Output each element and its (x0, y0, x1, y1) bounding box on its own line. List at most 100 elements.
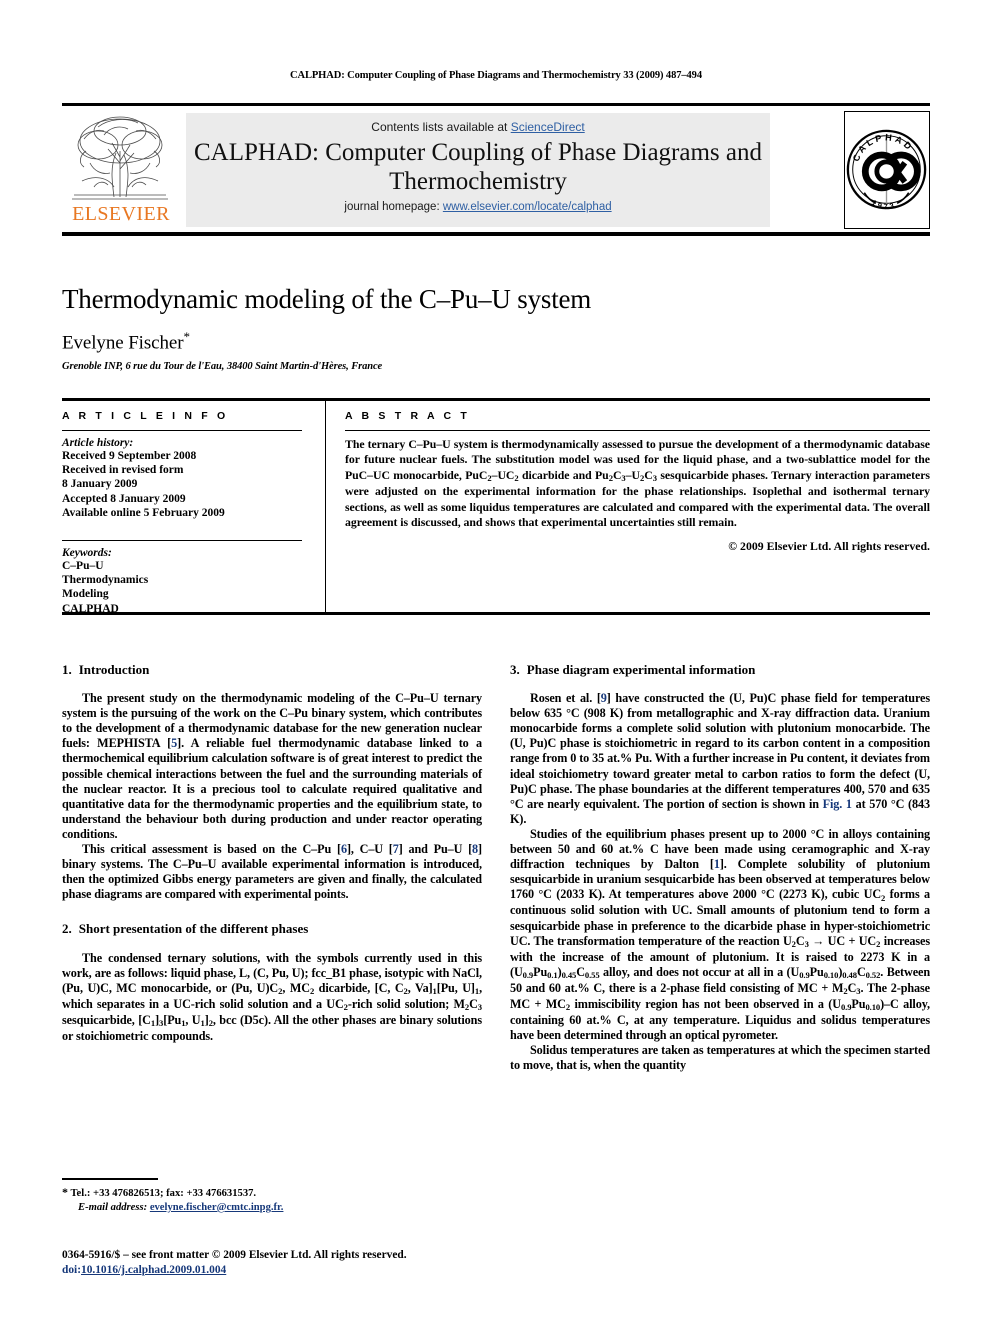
section-title: Short presentation of the different phas… (78, 921, 309, 937)
para-part: Pu (533, 964, 548, 979)
article-history-label: Article history: (62, 437, 134, 449)
journal-masthead: ELSEVIER Contents lists available at Sci… (62, 103, 930, 236)
contents-line: Contents lists available at ScienceDirec… (186, 113, 770, 134)
calphad-seal-icon: CALPHAD 1973 (846, 129, 927, 211)
para-part: Rosen et al. [ (530, 691, 601, 706)
masthead-top-rule (62, 103, 930, 106)
sub: 0.55 (584, 970, 600, 981)
keyword-item: CALPHAD (62, 602, 119, 615)
sub: 0.9 (522, 970, 534, 981)
body-column-right: 3. Phase diagram experimental information… (510, 662, 930, 1073)
para-part: ], C–U [ (346, 842, 393, 857)
sub: 0.1 (547, 970, 558, 981)
sub: 2 (278, 986, 283, 997)
sub: 3 (477, 1002, 482, 1013)
footnote-star: * (62, 1185, 68, 1199)
sub: 2 (403, 986, 408, 997)
article-info-rule (62, 430, 302, 431)
history-line: Accepted 8 January 2009 (62, 492, 186, 505)
sub: 2 (843, 986, 848, 997)
para-part: , MC (282, 980, 310, 995)
section-title: Phase diagram experimental information (526, 662, 756, 677)
paragraph: This critical assessment is based on the… (62, 842, 482, 902)
abstract-rule (345, 430, 930, 431)
contents-prefix: Contents lists available at (371, 120, 511, 134)
abstract-copyright: © 2009 Elsevier Ltd. All rights reserved… (728, 539, 930, 554)
corresponding-author-marker[interactable]: * (183, 329, 190, 344)
para-part: dicarbide, [C, C (314, 980, 404, 995)
para-part: → UC + UC (808, 933, 877, 948)
para-part: ] and Pu–U [ (398, 842, 473, 857)
sub: 3 (652, 473, 657, 484)
masthead-bottom-rule (62, 232, 930, 236)
para-part: ] have constructed the (U, Pu)C phase fi… (510, 691, 930, 811)
para-part: immiscibility region has not been observ… (570, 996, 841, 1011)
para-part: C (856, 964, 866, 979)
para-part: , Va] (407, 980, 433, 995)
sub: 3 (621, 473, 626, 484)
elsevier-logo: ELSEVIER (62, 111, 180, 229)
para-part: Pu (851, 996, 866, 1011)
section-number: 1. (62, 662, 72, 677)
para-part: [Pu (163, 1012, 182, 1027)
sub: 2 (565, 1002, 571, 1013)
svg-text:1973: 1973 (870, 198, 898, 211)
sub: 0.9 (799, 970, 810, 981)
para-part: -rich solid solution; M (347, 996, 465, 1011)
email-link[interactable]: evelyne.fischer@cmtc.inpg.fr. (150, 1202, 284, 1213)
history-line: Received in revised form (62, 464, 184, 477)
journal-title: CALPHAD: Computer Coupling of Phase Diag… (193, 139, 762, 195)
doi-label: doi: (62, 1263, 81, 1276)
sub: 0.48 (842, 970, 857, 981)
journal-homepage-link[interactable]: www.elsevier.com/locate/calphad (443, 201, 612, 213)
section-title: Introduction (78, 662, 150, 677)
sub: 2 (876, 939, 881, 950)
sub: 0.9 (840, 1002, 852, 1013)
sciencedirect-link[interactable]: ScienceDirect (511, 120, 585, 134)
para-part: ]. A reliable fuel thermodynamic databas… (62, 736, 482, 841)
sub: 0.10 (865, 1002, 881, 1013)
para-part: C (469, 996, 478, 1011)
keyword-item: C–Pu–U (62, 560, 104, 573)
article-info-heading: A R T I C L E I N F O (62, 410, 229, 422)
issn-copyright-line: 0364-5916/$ – see front matter © 2009 El… (62, 1249, 407, 1261)
sub: 2 (640, 473, 645, 484)
sub: 2 (608, 473, 613, 484)
article-info-column: A R T I C L E I N F O Article history: R… (62, 410, 302, 616)
sub: 1 (432, 986, 437, 997)
panel-divider (325, 401, 326, 612)
calphad-seal: CALPHAD 1973 (844, 111, 930, 229)
sub: 3 (804, 939, 809, 950)
para-part: alloy, and does not occur at all in a (U (599, 964, 800, 979)
corresponding-author-footnote: * Tel.: +33 476826513; fax: +33 47663153… (62, 1185, 482, 1215)
sub: 1 (200, 1018, 205, 1029)
sub: 0.10 (823, 970, 839, 981)
section-number: 3. (510, 662, 520, 677)
homepage-prefix: journal homepage: (344, 201, 443, 213)
doi-line: doi:10.1016/j.calphad.2009.01.004 (62, 1263, 582, 1278)
para-part: Pu (809, 964, 824, 979)
sub: 1 (181, 1018, 186, 1029)
abstract-heading: A B S T R A C T (345, 410, 470, 422)
doi-link[interactable]: 10.1016/j.calphad.2009.01.004 (81, 1264, 226, 1276)
paragraph: Studies of the equilibrium phases presen… (510, 827, 930, 1043)
para-part: This critical assessment is based on the… (82, 842, 341, 857)
section-heading-phases: 2. Short presentation of the different ph… (62, 921, 482, 936)
paragraph: The present study on the thermodynamic m… (62, 691, 482, 842)
figure-link[interactable]: Fig. 1 (823, 797, 852, 811)
section-heading-introduction: 1. Introduction (62, 662, 482, 677)
footnote-email-line: E-mail address: evelyne.fischer@cmtc.inp… (62, 1201, 482, 1215)
sub: 2 (514, 473, 519, 484)
sub: 2 (791, 939, 796, 950)
abstract-text: The ternary C–Pu–U system is thermodynam… (345, 437, 930, 530)
abstract-part: C (644, 467, 653, 482)
author-affiliation: Grenoble INP, 6 rue du Tour de l'Eau, 38… (62, 361, 383, 373)
history-line: Received 9 September 2008 (62, 450, 197, 462)
para-part: [Pu, U] (436, 980, 475, 995)
sub: 3 (159, 1018, 164, 1029)
email-label: E-mail address: (78, 1201, 148, 1213)
para-part: sesquicarbide, [C (62, 1012, 151, 1027)
elsevier-tree-icon (72, 116, 168, 200)
journal-homepage-line: journal homepage: www.elsevier.com/locat… (186, 201, 770, 213)
